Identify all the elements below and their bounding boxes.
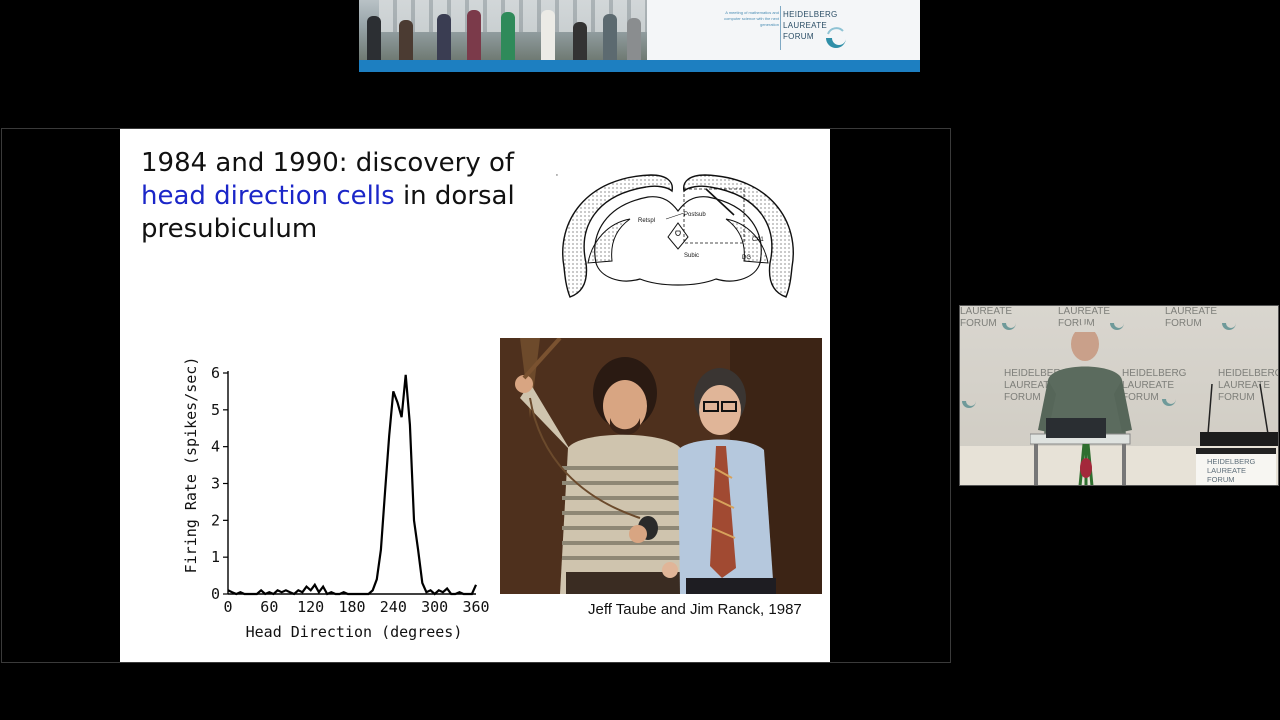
presentation-slide: 1984 and 1990: discovery of head directi… — [120, 129, 830, 662]
inner-brain-outline — [594, 196, 762, 286]
speaker-video-inset: LAUREATE FORUM LAUREATE FORUM LAUREATE F… — [959, 305, 1279, 486]
x-tick-label: 60 — [260, 598, 278, 616]
label-ca1: CA1 — [752, 237, 764, 243]
slide-title: 1984 and 1990: discovery of head directi… — [141, 147, 531, 246]
logo-swirl-icon — [826, 27, 846, 48]
x-tick-label: 240 — [380, 598, 407, 616]
lectern-line-3: FORUM — [1207, 475, 1235, 484]
x-tick-label: 360 — [462, 598, 489, 616]
x-tick-label: 120 — [297, 598, 324, 616]
brain-section-diagram: Retspl Postsub Subic CA1 DG ' — [556, 173, 794, 298]
watermark-swirl-icon — [1002, 323, 1016, 330]
watermark-swirl-icon — [1162, 399, 1176, 406]
speaker-figure — [1030, 324, 1132, 485]
left-hemisphere-cortex — [562, 174, 673, 298]
lectern-sign: HEIDELBERG LAUREATE FORUM — [1196, 448, 1276, 485]
left-hippocampus — [587, 218, 631, 264]
y-tick-label: 3 — [211, 475, 220, 493]
y-tick-label: 1 — [211, 548, 220, 566]
watermark-forum-1: FORUM — [960, 318, 997, 329]
svg-text:': ' — [556, 173, 558, 181]
watermark-forum-3: FORUM — [1165, 318, 1202, 329]
firing-rate-chart: 01234560 60 120 180 240 300 360 Firing Rate (s… — [182, 357, 490, 641]
label-postsub: Postsub — [684, 212, 706, 218]
x-axis-label: Head Direction (degrees) — [246, 623, 463, 641]
x-tick-label: 180 — [338, 598, 365, 616]
watermark-laureate-2: LAUREATE — [1058, 306, 1111, 317]
y-axis-label: Firing Rate (spikes/sec) — [182, 357, 200, 574]
title-highlight: head direction cells — [141, 181, 395, 211]
label-retspl: Retspl — [638, 218, 655, 224]
banner-tagline: A meeting of mathematics and computer sc… — [724, 10, 779, 27]
y-tick-label: 2 — [211, 511, 220, 529]
event-banner: A meeting of mathematics and computer sc… — [359, 0, 920, 72]
watermark-heidelberg-3: HEIDELBERG — [1218, 368, 1279, 379]
lectern-line-2: LAUREATE — [1207, 466, 1247, 475]
chart-ticks: 01234560 60 120 180 240 300 360 — [211, 364, 490, 616]
y-tick-label: 0 — [211, 585, 220, 603]
taube-ranck-photo — [500, 338, 822, 594]
logo-line-1: HEIDELBERG — [783, 10, 838, 19]
banner-crowd-photo — [359, 0, 647, 60]
y-tick-label: 6 — [211, 364, 220, 382]
podium-microphone — [1200, 384, 1278, 446]
label-subic: Subic — [684, 253, 699, 259]
watermark-laureate-3: LAUREATE — [1165, 306, 1218, 317]
banner-divider — [780, 6, 781, 50]
y-tick-label: 4 — [211, 438, 220, 456]
right-hemisphere-cortex — [683, 174, 794, 298]
title-part-1: 1984 and 1990: discovery of — [141, 148, 515, 178]
lectern-line-1: HEIDELBERG — [1207, 457, 1256, 466]
watermark-swirl-icon — [962, 401, 976, 408]
firing-rate-series-line — [227, 374, 478, 596]
label-dg: DG — [742, 255, 751, 261]
midline-structure — [667, 222, 689, 250]
y-tick-label: 5 — [211, 401, 220, 419]
photo-people — [500, 338, 822, 594]
x-tick-label: 0 — [223, 598, 232, 616]
banner-stripe — [359, 60, 920, 72]
watermark-swirl-icon — [1222, 323, 1236, 330]
x-tick-label: 300 — [421, 598, 448, 616]
photo-caption: Jeff Taube and Jim Ranck, 1987 — [588, 601, 802, 618]
